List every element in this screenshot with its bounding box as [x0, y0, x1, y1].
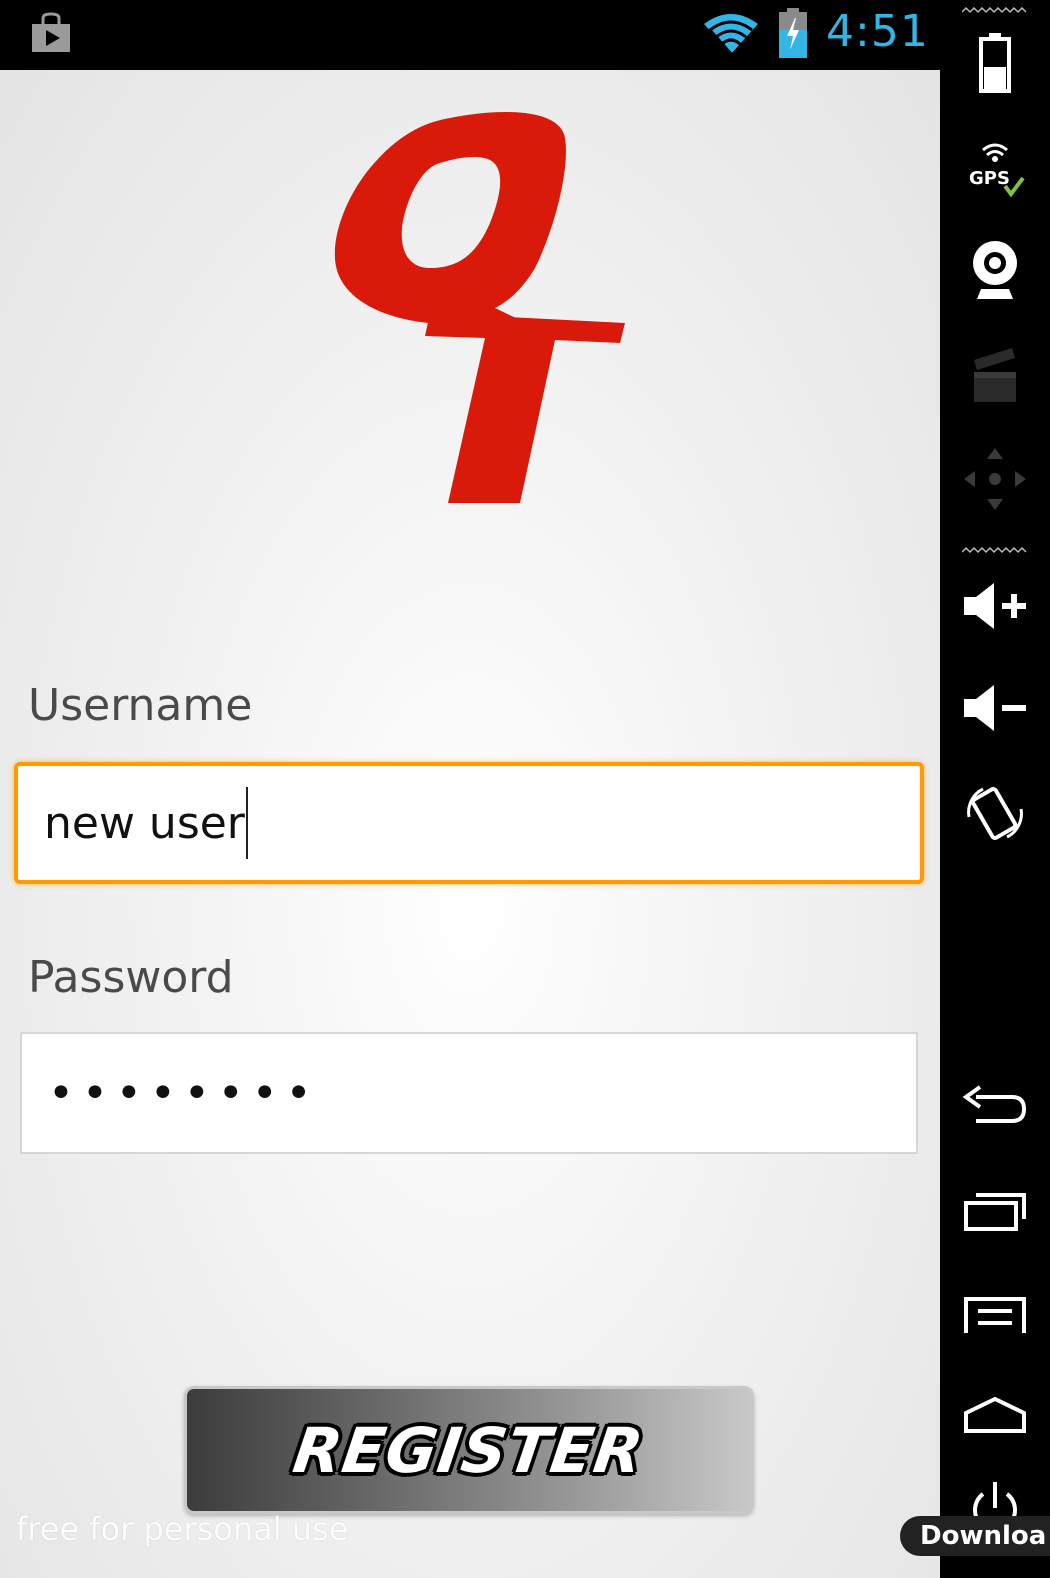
qt-logo [334, 112, 625, 503]
password-input[interactable]: •••••••• [20, 1032, 918, 1154]
password-value: •••••••• [48, 1067, 320, 1119]
back-icon [962, 1085, 1027, 1123]
download-badge[interactable]: Downloa [900, 1516, 1050, 1556]
rotate-button[interactable] [940, 780, 1050, 846]
password-label: Password [28, 952, 234, 1003]
rotate-icon [967, 787, 1023, 840]
menu-button[interactable] [940, 1290, 1050, 1340]
username-label: Username [28, 680, 253, 731]
back-button[interactable] [940, 1080, 1050, 1130]
username-input[interactable]: new user [14, 762, 924, 884]
menu-icon [964, 1297, 1026, 1333]
clock: 4:51 [826, 6, 929, 57]
svg-text:GPS: GPS [969, 168, 1010, 189]
register-button[interactable]: REGISTER [184, 1386, 754, 1514]
volume-down-icon [964, 685, 1026, 731]
text-cursor [245, 787, 248, 859]
register-button-label: REGISTER [289, 1413, 649, 1487]
status-bar: 4:51 [0, 0, 940, 70]
dpad-icon [964, 448, 1026, 510]
volume-up-button[interactable] [940, 578, 1050, 634]
recent-apps-button[interactable] [940, 1184, 1050, 1234]
play-store-icon[interactable] [28, 12, 74, 54]
camera-button[interactable] [940, 236, 1050, 302]
wifi-icon [704, 14, 758, 56]
username-value: new user [44, 797, 245, 849]
emulator-side-panel: GPS [940, 0, 1050, 1578]
gps-button[interactable]: GPS [940, 138, 1050, 202]
watermark: free for personal use [16, 1510, 349, 1548]
home-button[interactable] [940, 1390, 1050, 1440]
volume-up-icon [964, 583, 1026, 629]
grip-handle-icon[interactable] [962, 546, 1028, 554]
recent-apps-icon [964, 1193, 1026, 1231]
webcam-icon [973, 241, 1017, 299]
clapperboard-icon [974, 348, 1016, 402]
volume-down-button[interactable] [940, 680, 1050, 736]
battery-charging-icon [779, 8, 807, 58]
gps-icon: GPS [969, 143, 1025, 198]
media-button[interactable] [940, 344, 1050, 406]
battery-icon [979, 33, 1011, 93]
home-icon [964, 1396, 1026, 1433]
dpad-button[interactable] [940, 444, 1050, 514]
battery-button[interactable] [940, 30, 1050, 96]
grip-handle-icon[interactable] [962, 6, 1028, 14]
register-screen: Username new user Password •••••••• REGI… [0, 70, 940, 1578]
